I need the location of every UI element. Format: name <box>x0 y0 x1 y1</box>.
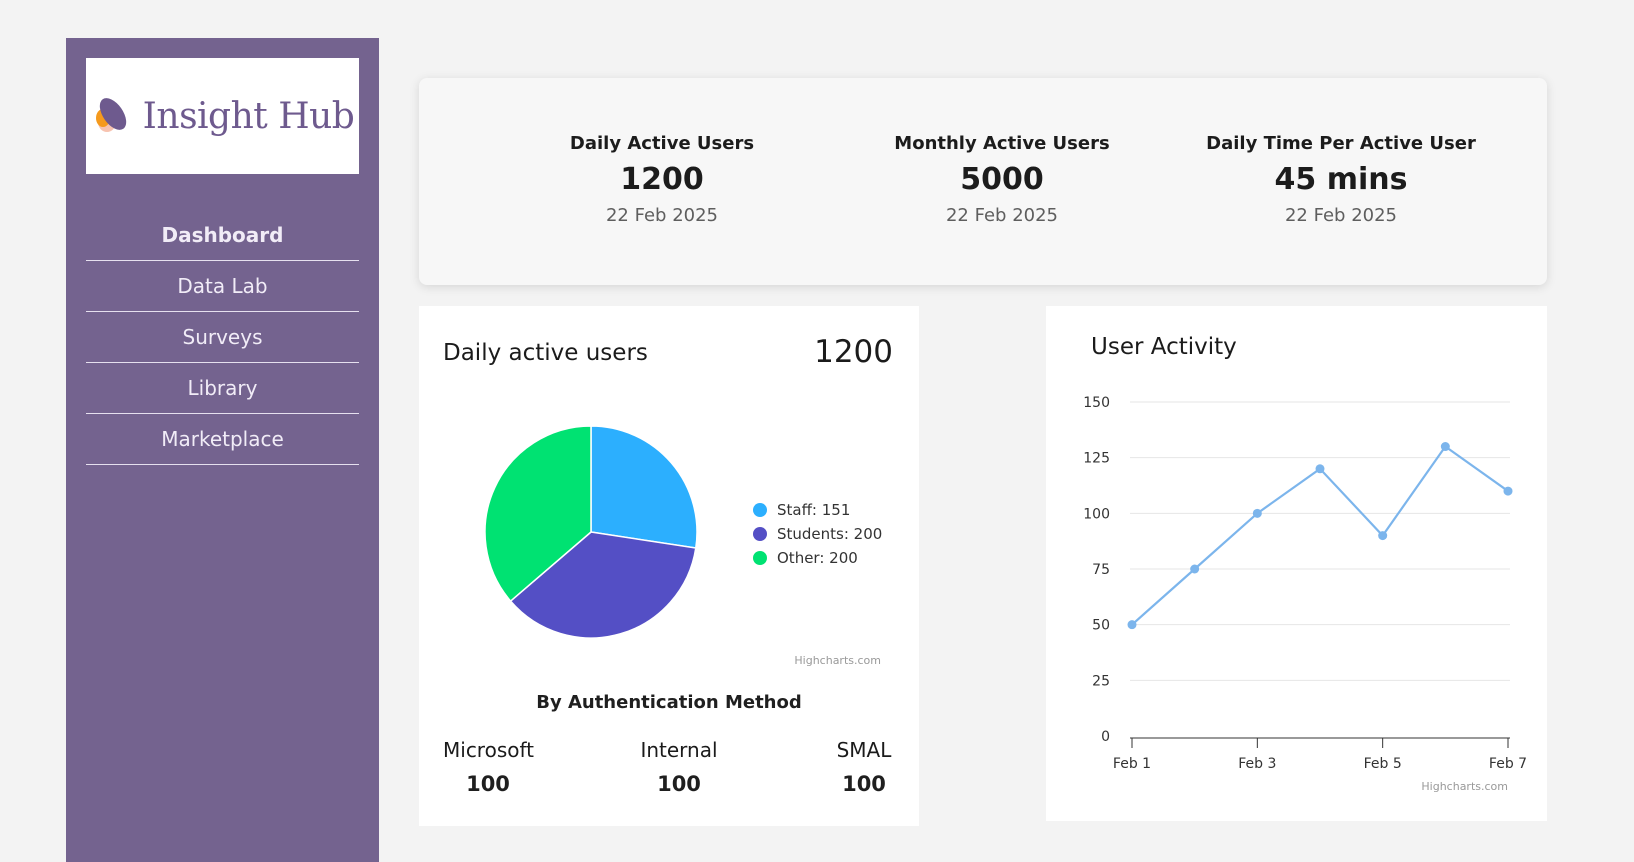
y-tick-label: 0 <box>1101 729 1110 745</box>
auth-label: Microsoft <box>443 738 535 762</box>
stat-daily-active-users: Daily Active Users 1200 22 Feb 2025 <box>492 133 832 226</box>
stat-monthly-active-users: Monthly Active Users 5000 22 Feb 2025 <box>832 133 1172 226</box>
stats-card: Daily Active Users 1200 22 Feb 2025 Mont… <box>419 78 1547 285</box>
y-tick-label: 75 <box>1092 562 1110 578</box>
line-chart: 0 25 50 75 100 125 150 Feb 1 Feb 3 Feb 5 Feb 7 Hig… <box>1083 395 1527 793</box>
auth-internal: Internal 100 <box>639 738 719 796</box>
y-tick-label: 50 <box>1092 618 1110 634</box>
daily-active-users-panel: Daily active users 1200 Staff: 151 Studen… <box>419 306 919 826</box>
auth-value: 100 <box>842 772 886 796</box>
pie-slice-staff[interactable] <box>590 425 698 549</box>
sidebar-nav: Dashboard Data Lab Surveys Library Marke… <box>86 210 359 465</box>
stat-value: 5000 <box>960 162 1044 197</box>
stat-date: 22 Feb 2025 <box>945 205 1059 226</box>
pie-chart: Staff: 151 Students: 200 Other: 200 Highch… <box>484 425 882 666</box>
stat-title: Daily Active Users <box>569 133 755 154</box>
data-point[interactable] <box>1190 564 1200 574</box>
chart-credit: Highcharts.com <box>1421 780 1508 793</box>
stat-date: 22 Feb 2025 <box>1284 205 1398 226</box>
sidebar-item-surveys[interactable]: Surveys <box>86 312 359 363</box>
x-tick-label: Feb 3 <box>1238 756 1276 772</box>
sidebar-item-dashboard[interactable]: Dashboard <box>86 210 359 261</box>
auth-smal: SMAL 100 <box>831 738 897 796</box>
sidebar-item-library[interactable]: Library <box>86 363 359 414</box>
auth-value: 100 <box>466 772 510 796</box>
y-tick-label: 150 <box>1083 395 1110 411</box>
stat-value: 1200 <box>620 162 704 197</box>
x-tick-label: Feb 1 <box>1113 756 1151 772</box>
x-tick-label: Feb 5 <box>1364 756 1402 772</box>
auth-heading: By Authentication Method <box>536 692 802 713</box>
stat-value: 45 mins <box>1274 162 1408 197</box>
stat-date: 22 Feb 2025 <box>605 205 719 226</box>
y-tick-label: 25 <box>1092 673 1110 689</box>
legend-item-staff[interactable]: Staff: 151 <box>777 501 850 519</box>
sidebar-item-data-lab[interactable]: Data Lab <box>86 261 359 312</box>
data-point[interactable] <box>1315 464 1325 474</box>
data-point[interactable] <box>1127 620 1137 630</box>
auth-label: Internal <box>640 738 718 762</box>
data-point[interactable] <box>1378 531 1388 541</box>
legend-marker-students <box>753 527 767 541</box>
auth-microsoft: Microsoft 100 <box>443 738 535 796</box>
sidebar-item-marketplace[interactable]: Marketplace <box>86 414 359 465</box>
stat-title: Daily Time Per Active User <box>1206 133 1476 154</box>
legend-marker-other <box>753 551 767 565</box>
legend-item-other[interactable]: Other: 200 <box>777 549 858 567</box>
logo[interactable]: Insight Hub <box>86 58 359 174</box>
legend-item-students[interactable]: Students: 200 <box>777 525 882 543</box>
stat-title: Monthly Active Users <box>894 133 1110 154</box>
user-activity-panel: User Activity 0 25 50 75 100 125 150 Feb 1 Feb 3… <box>1046 306 1547 821</box>
stat-daily-time-per-user: Daily Time Per Active User 45 mins 22 Fe… <box>1171 133 1511 226</box>
auth-value: 100 <box>657 772 701 796</box>
x-tick-label: Feb 7 <box>1489 756 1527 772</box>
chart-credit: Highcharts.com <box>794 654 881 666</box>
y-tick-label: 100 <box>1083 506 1110 522</box>
legend-marker-staff <box>753 503 767 517</box>
data-point[interactable] <box>1252 508 1262 518</box>
auth-label: SMAL <box>836 738 892 762</box>
y-tick-label: 125 <box>1083 451 1110 467</box>
sidebar: Insight Hub Dashboard Data Lab Surveys L… <box>66 38 379 862</box>
data-point[interactable] <box>1440 442 1450 452</box>
data-point[interactable] <box>1503 486 1513 496</box>
insight-hub-logo-icon <box>95 98 126 132</box>
logo-text: Insight Hub <box>142 95 355 137</box>
